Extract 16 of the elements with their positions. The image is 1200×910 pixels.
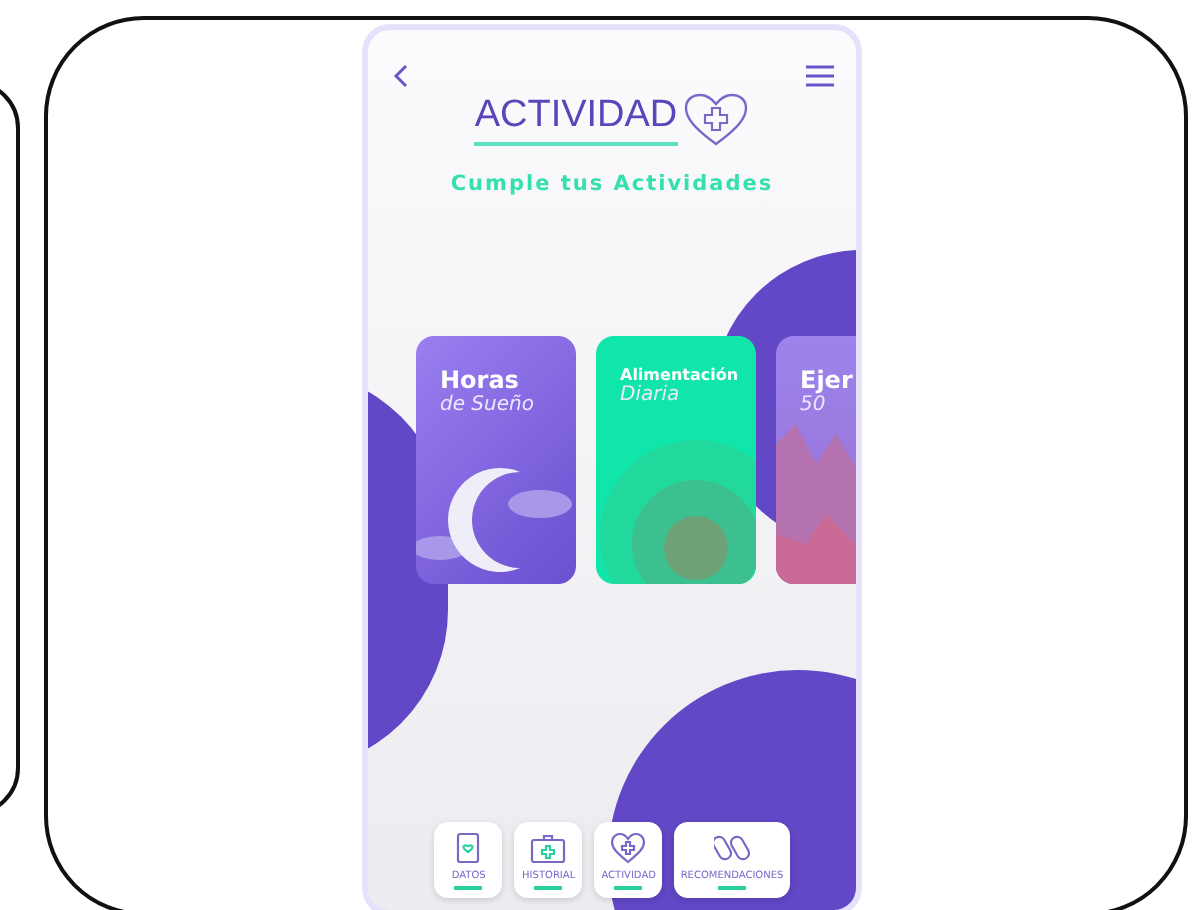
card-title: Ejer [800,366,855,394]
page-title: ACTIVIDAD [474,94,678,146]
card-subtitle: de Sueño [440,394,536,416]
activity-card[interactable]: Ejer 50 [776,336,856,584]
card-subtitle: 50 [800,394,828,416]
card-title: Horas [440,366,521,394]
back-icon[interactable] [392,64,412,88]
menu-icon[interactable] [806,64,834,88]
pills-icon [714,832,750,864]
heart-plus-icon [610,832,647,864]
card-subtitle: Diaria [620,384,682,406]
medical-kit-icon [530,832,567,864]
page-subtitle: Cumple tus Actividades [448,172,776,196]
activity-card[interactable]: Horas de Sueño [416,336,576,584]
card-title: Alimentación [620,366,741,384]
heart-plus-icon [681,92,750,148]
